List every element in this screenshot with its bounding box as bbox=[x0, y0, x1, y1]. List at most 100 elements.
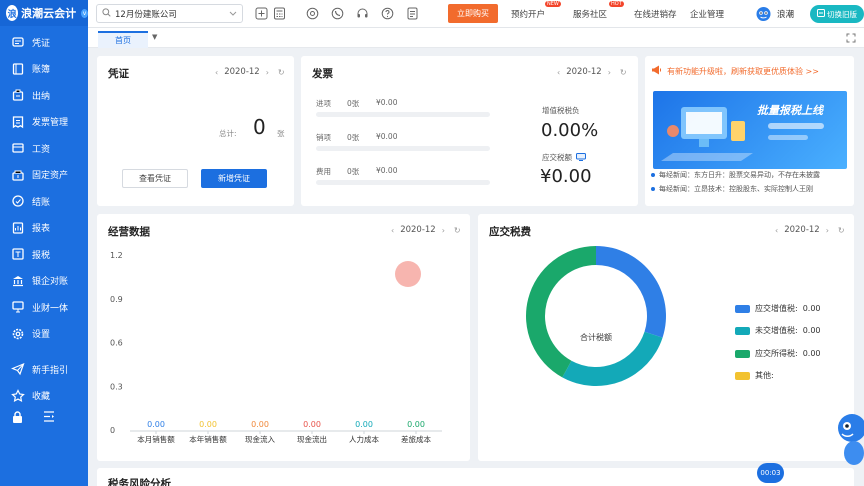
sidebar-item-integration[interactable]: 业财一体 bbox=[0, 294, 88, 321]
document-icon[interactable] bbox=[405, 6, 420, 21]
news-item-text: 每经新闻：立昂技术：控股股东、实际控制人王刚 bbox=[659, 185, 813, 193]
news-item[interactable]: 每经新闻：立昂技术：控股股东、实际控制人王刚 bbox=[651, 184, 851, 194]
sidebar-item-invoice[interactable]: 发票管理 bbox=[0, 109, 88, 136]
app-logo[interactable]: 浪 浪潮云会计 v bbox=[0, 0, 88, 26]
switch-old-version-button[interactable]: 切换旧版 bbox=[810, 5, 864, 23]
company-select[interactable]: 12月份建账公司 bbox=[96, 4, 243, 23]
legend-item[interactable]: 应交增值税: 0.00 bbox=[735, 303, 821, 314]
ledger-icon bbox=[11, 62, 25, 76]
legend-item[interactable]: 未交增值税: 0.00 bbox=[735, 325, 821, 336]
sidebar-item-label: 收藏 bbox=[32, 392, 51, 403]
tax-title: 应交税费 bbox=[489, 226, 531, 238]
chevron-left-icon[interactable]: ‹ bbox=[775, 226, 778, 235]
invoice-title: 发票 bbox=[312, 68, 333, 80]
collapse-menu-icon[interactable] bbox=[43, 411, 55, 425]
help-icon[interactable] bbox=[380, 6, 395, 21]
legend-value: 0.00 bbox=[802, 349, 821, 358]
settings-circle-icon[interactable] bbox=[305, 6, 320, 21]
headset-icon[interactable] bbox=[355, 6, 370, 21]
donut-slice[interactable] bbox=[596, 246, 666, 338]
user-name[interactable]: 浪潮 bbox=[777, 8, 794, 20]
tab-home[interactable]: 首页 bbox=[98, 31, 148, 48]
fullscreen-icon[interactable] bbox=[846, 33, 856, 46]
bar-value-label: 0.00 bbox=[407, 420, 425, 429]
chevron-right-icon[interactable]: › bbox=[608, 68, 611, 77]
phone-icon[interactable] bbox=[330, 6, 345, 21]
sidebar-item-cashier[interactable]: 出纳 bbox=[0, 82, 88, 109]
x-tick-label: 人力成本 bbox=[349, 434, 379, 444]
legend-item[interactable]: 应交所得税: 0.00 bbox=[735, 348, 821, 359]
voucher-total-label: 总计: bbox=[219, 129, 237, 138]
sidebar-item-paper-plane[interactable]: 新手指引 bbox=[0, 356, 88, 383]
risk-card: 税务风险分析 bbox=[97, 468, 854, 486]
sidebar-nav-bottom: 新手指引 收藏 bbox=[0, 353, 88, 409]
logo-mark: 浪 bbox=[6, 5, 19, 21]
legend-item[interactable]: 其他: bbox=[735, 370, 774, 381]
mascot-icon[interactable] bbox=[832, 398, 864, 471]
top-link-1[interactable]: 服务社区 bbox=[573, 8, 607, 20]
chevron-left-icon[interactable]: ‹ bbox=[215, 68, 218, 77]
bar-value-label: 0.00 bbox=[199, 420, 217, 429]
top-link-badge: NEW bbox=[545, 1, 561, 7]
calculator-icon[interactable] bbox=[272, 6, 287, 21]
bar-value-label: 0.00 bbox=[303, 420, 321, 429]
x-tick-label: 现金流入 bbox=[245, 434, 275, 444]
view-voucher-button[interactable]: 查看凭证 bbox=[122, 169, 188, 188]
salary-icon bbox=[11, 141, 25, 155]
sidebar-item-voucher[interactable]: 凭证 bbox=[0, 29, 88, 56]
sidebar-item-asset[interactable]: 固定资产 bbox=[0, 162, 88, 189]
banner-text: 批量报税上线 bbox=[757, 104, 823, 117]
legend-label: 应交增值税: bbox=[755, 304, 798, 313]
top-link-2[interactable]: 在线进销存 bbox=[634, 8, 677, 20]
sidebar-item-label: 报税 bbox=[32, 250, 51, 261]
avatar[interactable] bbox=[755, 5, 772, 22]
chevron-left-icon[interactable]: ‹ bbox=[557, 68, 560, 77]
sidebar: 浪 浪潮云会计 v 凭证 账簿 出纳 发票管理工资固定资产结账报表报税银企对账 业财一体… bbox=[0, 0, 88, 486]
add-square-icon[interactable] bbox=[254, 6, 269, 21]
top-link-3[interactable]: 企业管理 bbox=[690, 8, 724, 20]
sidebar-item-ledger[interactable]: 账簿 bbox=[0, 56, 88, 83]
invoice-type: 销项 bbox=[316, 133, 331, 142]
legend-value: 0.00 bbox=[802, 326, 821, 335]
new-voucher-button[interactable]: 新增凭证 bbox=[201, 169, 267, 188]
donut-slice[interactable] bbox=[526, 246, 596, 378]
refresh-icon[interactable]: ↻ bbox=[278, 68, 285, 77]
top-link-0[interactable]: 预约开户 bbox=[511, 8, 545, 20]
promo-banner[interactable]: 批量报税上线 bbox=[653, 91, 847, 169]
sidebar-item-closing[interactable]: 结账 bbox=[0, 188, 88, 215]
x-tick-label: 差旅成本 bbox=[401, 434, 431, 444]
report-icon bbox=[11, 221, 25, 235]
news-card: 有新功能升级啦，刷新获取更优质体验 >> 批量报税上线 每经新闻：东方日升：股票… bbox=[645, 56, 854, 206]
buy-now-button[interactable]: 立即购买 bbox=[448, 4, 498, 23]
logo-text: 浪潮云会计 bbox=[21, 7, 77, 20]
refresh-icon[interactable]: ↻ bbox=[838, 226, 845, 235]
refresh-icon[interactable]: ↻ bbox=[620, 68, 627, 77]
sidebar-item-gear[interactable]: 设置 bbox=[0, 321, 88, 348]
upgrade-notice[interactable]: 有新功能升级啦，刷新获取更优质体验 >> bbox=[651, 65, 819, 77]
notice-text: 有新功能升级啦，刷新获取更优质体验 >> bbox=[667, 66, 819, 76]
x-tick-label: 本年销售额 bbox=[189, 434, 227, 444]
sidebar-utility bbox=[0, 406, 88, 430]
sidebar-nav: 凭证 账簿 出纳 发票管理工资固定资产结账报表报税银企对账 业财一体 设置 bbox=[0, 26, 88, 347]
x-tick-label: 现金流出 bbox=[297, 434, 327, 444]
lock-icon[interactable] bbox=[12, 410, 23, 426]
switch-icon bbox=[817, 9, 825, 19]
y-tick-label: 1.2 bbox=[110, 251, 123, 260]
sidebar-item-report[interactable]: 报表 bbox=[0, 215, 88, 242]
timer-badge[interactable]: 00:03 bbox=[757, 463, 784, 483]
operations-card: 经营数据 ‹ 2020-12 › ↻ 1.2 0.9 0.6 0.3 0 0.00 本月销售… bbox=[97, 214, 470, 461]
sidebar-item-label: 结账 bbox=[32, 197, 51, 208]
sidebar-item-label: 工资 bbox=[32, 144, 51, 155]
sidebar-item-tax[interactable]: 报税 bbox=[0, 241, 88, 268]
monitor-icon[interactable] bbox=[576, 152, 586, 163]
y-tick-label: 0 bbox=[110, 426, 115, 435]
chevron-right-icon[interactable]: › bbox=[266, 68, 269, 77]
sidebar-item-salary[interactable]: 工资 bbox=[0, 135, 88, 162]
chevron-right-icon[interactable]: › bbox=[826, 226, 829, 235]
sidebar-item-bank[interactable]: 银企对账 bbox=[0, 268, 88, 295]
invoice-period: 2020-12 bbox=[566, 67, 602, 77]
news-item[interactable]: 每经新闻：东方日升：股票交易异动，不存在未披露 bbox=[651, 170, 851, 180]
tab-dropdown-icon[interactable]: ▼ bbox=[152, 33, 157, 41]
tax-card: 应交税费 ‹ 2020-12 › ↻ 合计税额 应交增值税: 0.00 未交增值税:… bbox=[478, 214, 854, 461]
tax-due-label-wrap: 应交税额 bbox=[542, 152, 586, 163]
